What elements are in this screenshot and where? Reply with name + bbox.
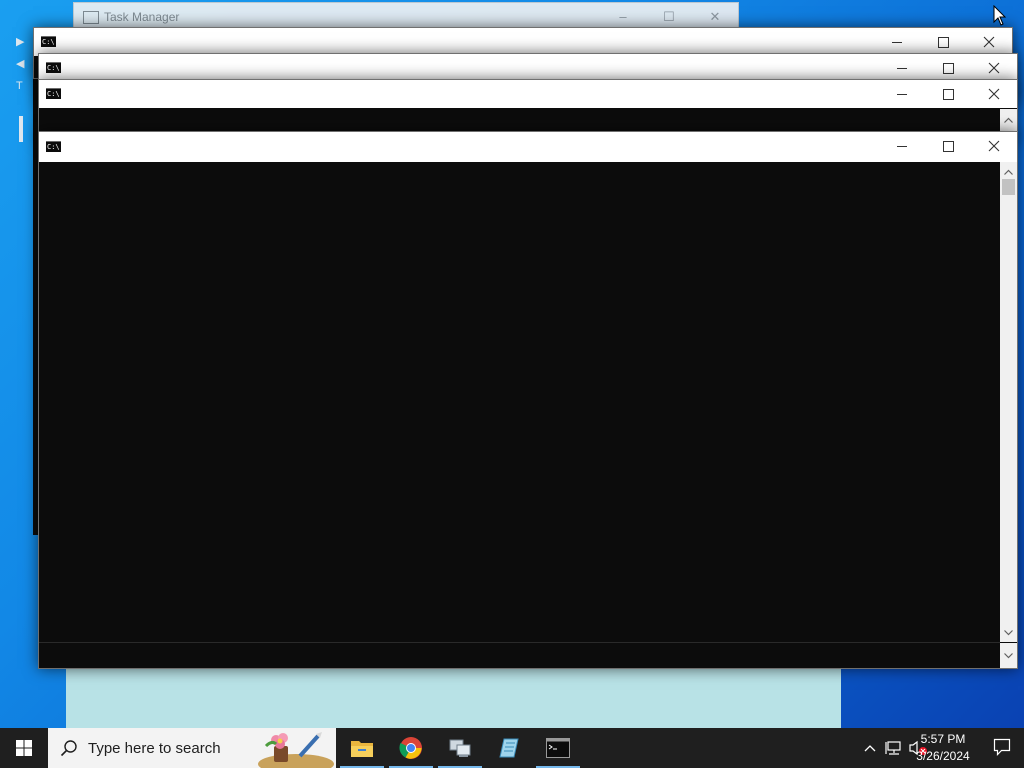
chevron-up-icon	[1004, 117, 1013, 123]
console-lower-pane[interactable]	[39, 643, 1000, 668]
console-icon: C:\	[46, 62, 61, 73]
command-prompt-icon	[546, 738, 570, 758]
minimize-button[interactable]	[874, 28, 920, 56]
scroll-down-arrow[interactable]	[1000, 647, 1017, 664]
clock[interactable]: 5:57 PM 3/26/2024	[908, 731, 978, 765]
start-button[interactable]	[0, 728, 48, 768]
search-placeholder: Type here to search	[88, 740, 221, 757]
notepad-icon	[499, 738, 519, 758]
close-button[interactable]	[971, 132, 1017, 160]
action-center-button[interactable]	[992, 737, 1012, 757]
taskbar: Type here to search 5:57 PM 3/26/2024	[0, 728, 1024, 768]
console-icon: C:\	[41, 36, 56, 47]
system-tray: 5:57 PM 3/26/2024	[824, 728, 1024, 768]
taskbar-command-prompt[interactable]	[534, 728, 582, 768]
chevron-up-icon	[1004, 169, 1013, 175]
windows-logo-icon	[16, 740, 32, 756]
scroll-up-arrow[interactable]	[1000, 163, 1017, 180]
chrome-icon	[399, 737, 422, 759]
maximize-button[interactable]	[925, 132, 971, 160]
console-titlebar[interactable]: C:\	[39, 80, 1017, 108]
maximize-button[interactable]	[925, 54, 971, 82]
task-manager-title: Task Manager	[104, 10, 180, 24]
clock-time: 5:57 PM	[920, 732, 966, 746]
chevron-up-icon	[864, 745, 876, 752]
clock-date: 3/26/2024	[916, 749, 970, 763]
taskbar-chrome[interactable]	[387, 728, 435, 768]
taskbar-notepad-app[interactable]	[485, 728, 533, 768]
console-titlebar[interactable]: C:\	[39, 132, 1017, 162]
console-titlebar[interactable]: C:\	[34, 28, 1012, 56]
close-button[interactable]	[971, 80, 1017, 108]
minimize-button[interactable]	[879, 132, 925, 160]
chevron-down-icon	[1004, 629, 1013, 635]
taskbar-network-app[interactable]	[436, 728, 484, 768]
minimize-button[interactable]	[879, 54, 925, 82]
network-computers-icon	[449, 739, 471, 757]
console-window-4[interactable]: C:\	[38, 131, 1018, 669]
console-scrollbar[interactable]	[1000, 162, 1017, 642]
mouse-cursor-icon	[993, 5, 1007, 26]
console-titlebar[interactable]: C:\	[39, 54, 1017, 82]
notification-icon	[993, 738, 1011, 756]
taskbar-file-explorer[interactable]	[338, 728, 386, 768]
desktop-fragment-bar	[19, 116, 23, 142]
console-lower-scrollbar[interactable]	[1000, 643, 1017, 668]
scroll-up-arrow[interactable]	[1000, 111, 1017, 128]
close-button[interactable]	[971, 54, 1017, 82]
console-icon: C:\	[46, 141, 61, 152]
console-output-area[interactable]	[39, 162, 1000, 642]
console-icon: C:\	[46, 88, 61, 99]
folder-icon	[351, 741, 373, 757]
chevron-down-icon	[1004, 652, 1013, 658]
background-window[interactable]	[66, 665, 841, 728]
close-icon	[988, 62, 1000, 74]
task-manager-icon	[83, 11, 99, 24]
maximize-button[interactable]	[925, 80, 971, 108]
close-icon	[988, 140, 1000, 152]
close-icon	[988, 88, 1000, 100]
search-icon	[60, 740, 77, 757]
scroll-down-arrow[interactable]	[1000, 624, 1017, 641]
close-button[interactable]	[966, 28, 1012, 56]
network-status-button[interactable]	[884, 738, 904, 758]
close-icon	[983, 36, 995, 48]
search-highlight-icon	[258, 732, 334, 768]
show-hidden-icons-button[interactable]	[860, 738, 880, 758]
network-icon	[885, 741, 901, 755]
search-box[interactable]: Type here to search	[48, 728, 336, 768]
maximize-button[interactable]	[920, 28, 966, 56]
minimize-button[interactable]	[879, 80, 925, 108]
scroll-thumb[interactable]	[1002, 179, 1015, 195]
